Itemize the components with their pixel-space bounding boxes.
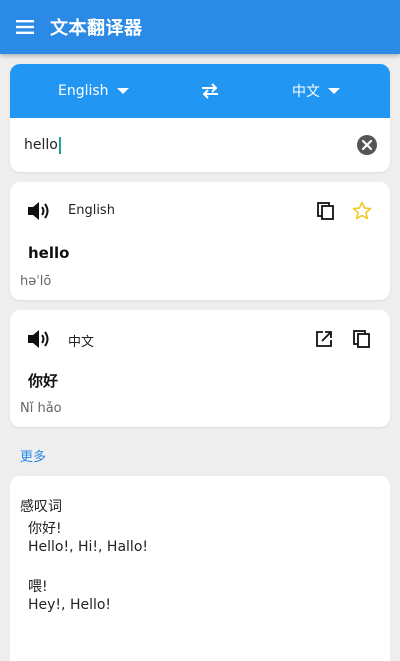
definition-word: 你好! xyxy=(28,521,62,537)
input-row: hello xyxy=(10,118,390,172)
part-of-speech: 感叹词 xyxy=(20,499,62,515)
source-card-language: English xyxy=(68,203,115,218)
card-header: 中文 xyxy=(10,310,390,368)
target-language-dropdown[interactable]: 中文 xyxy=(292,81,340,101)
source-phonetic: həˈlō xyxy=(20,274,52,289)
source-language-label: English xyxy=(58,83,109,99)
app-title: 文本翻译器 xyxy=(50,18,143,39)
definition-word: 喂! xyxy=(28,579,48,595)
target-result-card: 中文 你好 Nǐ hǎo xyxy=(10,310,390,427)
swap-icon xyxy=(202,83,219,99)
speaker-icon[interactable] xyxy=(26,327,52,351)
text-cursor xyxy=(58,136,61,154)
more-link[interactable]: 更多 xyxy=(20,446,46,465)
app-bar: 文本翻译器 xyxy=(0,0,400,54)
source-text: hello xyxy=(28,244,70,262)
star-icon[interactable] xyxy=(352,201,372,221)
translate-input-card: English 中文 hello xyxy=(10,64,390,172)
target-phonetic: Nǐ hǎo xyxy=(20,401,62,416)
copy-icon[interactable] xyxy=(352,329,372,349)
dictionary-card: 感叹词 你好! Hello!, Hi!, Hallo! 喂! Hey!, Hel… xyxy=(10,476,390,661)
clear-icon[interactable] xyxy=(356,134,378,156)
text-input[interactable]: hello xyxy=(24,136,61,154)
dropdown-arrow-icon xyxy=(116,88,129,94)
target-text: 你好 xyxy=(28,372,59,390)
menu-button[interactable] xyxy=(0,0,50,54)
source-language-dropdown[interactable]: English xyxy=(58,83,129,99)
dropdown-arrow-icon xyxy=(328,88,340,94)
source-result-card: English hello həˈlō xyxy=(10,182,390,300)
definition-translations: Hello!, Hi!, Hallo! xyxy=(28,539,148,555)
open-external-icon[interactable] xyxy=(314,329,334,349)
definition-translations: Hey!, Hello! xyxy=(28,597,112,613)
speaker-icon[interactable] xyxy=(26,199,52,223)
card-header: English xyxy=(10,182,390,240)
swap-languages-button[interactable] xyxy=(199,80,221,102)
menu-icon xyxy=(16,20,34,34)
copy-icon[interactable] xyxy=(316,201,336,221)
input-text: hello xyxy=(24,137,58,153)
target-language-label: 中文 xyxy=(292,84,320,100)
target-card-language: 中文 xyxy=(68,335,95,350)
language-bar: English 中文 xyxy=(10,64,390,118)
